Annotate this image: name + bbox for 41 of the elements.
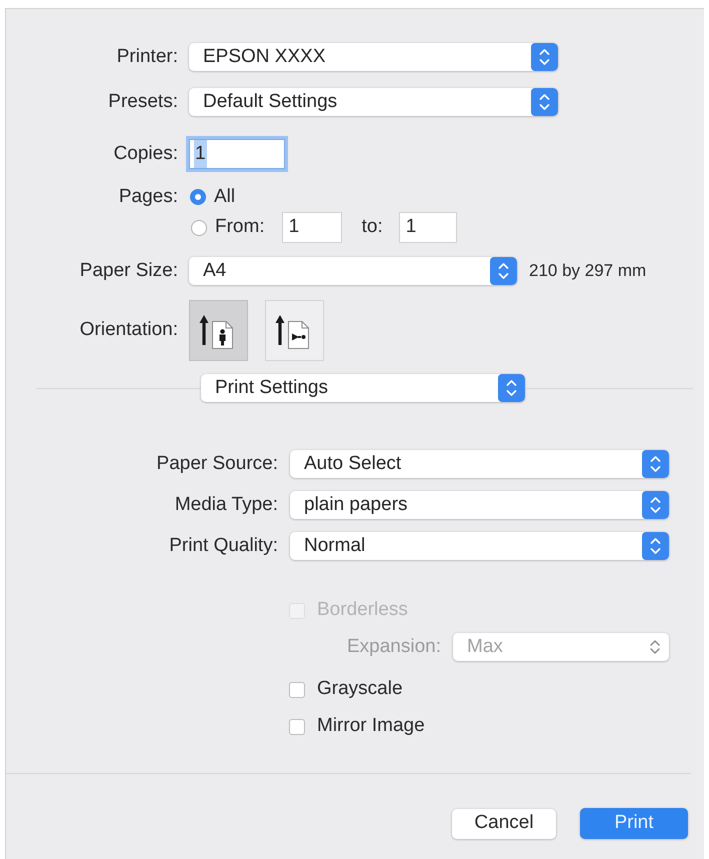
setting-label: Paper Source: [156, 452, 278, 476]
stepper-icon [531, 43, 558, 71]
landscape-orientation-button[interactable] [265, 300, 324, 361]
to-page-field[interactable]: 1 [398, 212, 457, 243]
radio-button[interactable] [190, 189, 206, 205]
printer-label: Printer: [116, 44, 178, 69]
paper-size-label: Paper Size: [78, 258, 178, 283]
pages-label: Pages: [118, 188, 178, 206]
stepper-icon [642, 532, 669, 560]
setting-label: Print Quality: [168, 534, 278, 558]
paper-size-dropdown[interactable]: A4 [189, 257, 517, 285]
stepper-icon [498, 374, 525, 402]
to-label: to: [362, 215, 383, 240]
setting-dropdown[interactable]: Auto Select [290, 450, 669, 478]
radio-label[interactable]: From: [215, 213, 265, 242]
printer-dropdown[interactable]: EPSON XXXX [189, 43, 558, 71]
presets-dropdown[interactable]: Default Settings [189, 88, 558, 116]
checkbox-label[interactable]: Mirror Image [317, 712, 425, 741]
setting-dropdown[interactable]: plain papers [290, 491, 669, 519]
stepper-icon [650, 639, 660, 655]
expansion-label: Expansion: [346, 634, 441, 659]
paper-dimensions: 210 by 297 mm [529, 260, 646, 282]
copies-field[interactable]: 1 [189, 139, 285, 169]
stepper-icon [490, 257, 517, 285]
checkbox[interactable] [289, 682, 305, 698]
portrait-orientation-button[interactable] [189, 300, 248, 361]
stepper-icon [642, 491, 669, 519]
stepper-icon [531, 88, 558, 116]
copies-label: Copies: [112, 142, 178, 166]
checkbox[interactable] [289, 718, 305, 734]
from-page-field[interactable]: 1 [282, 212, 342, 243]
presets-label: Presets: [107, 90, 178, 114]
setting-label: Media Type: [174, 492, 278, 517]
radio-label[interactable]: All [214, 188, 236, 206]
panel-menu-dropdown[interactable]: Print Settings [201, 374, 525, 402]
checkbox-label[interactable]: Grayscale [317, 675, 403, 704]
orientation-label: Orientation: [78, 318, 178, 342]
stepper-icon [642, 450, 669, 478]
cancel-button[interactable]: Cancel [452, 808, 556, 838]
radio-button[interactable] [191, 220, 207, 236]
setting-dropdown[interactable]: Normal [290, 532, 669, 560]
